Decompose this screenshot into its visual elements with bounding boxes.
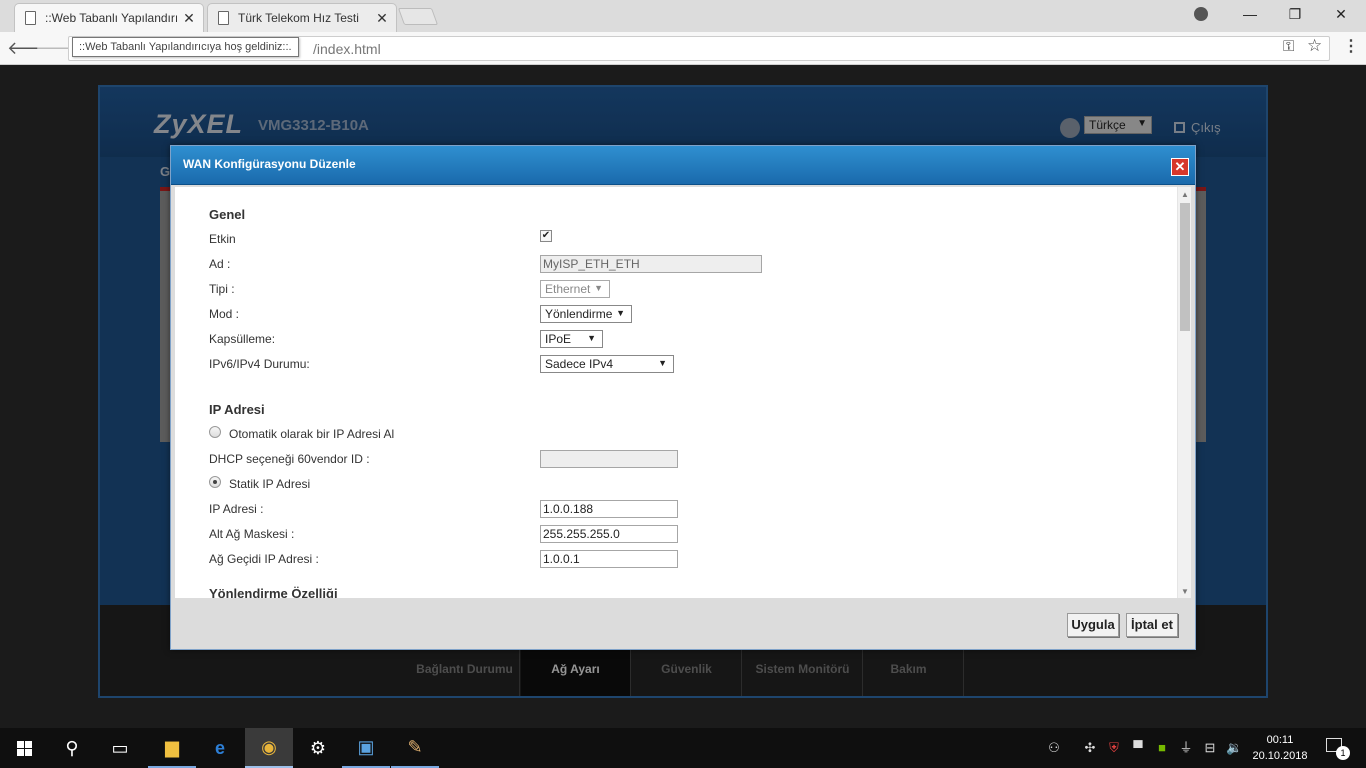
tray-app-icon[interactable]: ✣ [1082,740,1098,756]
gateway-label: Ağ Geçidi IP Adresi : [209,552,319,566]
file-explorer-icon[interactable]: ▆ [148,728,196,768]
type-label: Tipi : [209,282,235,296]
subnet-mask-label: Alt Ağ Maskesi : [209,527,295,541]
auto-ip-label: Otomatik olarak bir IP Adresi Al [229,427,395,441]
mode-select[interactable]: Yönlendirme ▼ [540,305,632,323]
wan-config-dialog: WAN Konfigürasyonu Düzenle ✕ Genel Etkin… [170,145,1196,650]
paint-icon[interactable]: ✎ [391,728,439,768]
page-icon [25,11,36,25]
encapsulation-select[interactable]: IPoE ▼ [540,330,603,348]
url-text: /index.html [313,41,381,57]
auto-ip-radio[interactable] [209,426,221,438]
dialog-body: Genel Etkin ✔ Ad : MyISP_ETH_ETH Tipi : … [175,187,1191,598]
page-icon [218,11,229,25]
dialog-scrollbar[interactable]: ▲ ▼ [1177,187,1191,598]
notification-badge: 1 [1336,746,1350,760]
new-tab-button[interactable] [397,8,439,25]
start-button[interactable] [0,728,48,768]
windows-taskbar: ⚲ ▭ ▆ e ◉ ⚙ ▣ ✎ ⚇ ✣ ⛨ ▀ ■ ⏚ ⊟ 🔉 00:11 20… [0,728,1366,768]
tab-close-icon[interactable]: ✕ [183,10,195,27]
dialog-header: WAN Konfigürasyonu Düzenle ✕ [171,146,1195,185]
task-view-icon[interactable]: ▭ [96,728,144,768]
chevron-down-icon: ▼ [616,308,625,318]
enabled-label: Etkin [209,232,236,246]
encapsulation-value: IPoE [545,332,572,346]
security-shield-icon[interactable]: ⛨ [1106,740,1122,756]
cancel-button[interactable]: İptal et [1126,613,1178,637]
ip-version-label: IPv6/IPv4 Durumu: [209,357,310,371]
restore-button[interactable]: ❐ [1272,0,1318,28]
minimize-button[interactable]: — [1227,0,1273,28]
tab-title: ::Web Tabanlı Yapılandırıcıya hoş geldin… [45,11,177,25]
bookmark-star-icon[interactable]: ☆ [1307,36,1322,56]
tab-tooltip: ::Web Tabanlı Yapılandırıcıya hoş geldin… [72,37,299,57]
mode-label: Mod : [209,307,240,321]
ip-version-value: Sadece IPv4 [545,357,614,371]
ip-version-select[interactable]: Sadece IPv4 ▼ [540,355,674,373]
network-app-icon[interactable]: ▣ [342,728,390,768]
chevron-down-icon: ▼ [587,333,596,343]
tab-speed-test[interactable]: Türk Telekom Hız Testi ✕ [207,3,397,32]
forward-button[interactable]: 🡒 [35,38,83,58]
window-close-button[interactable]: ✕ [1318,0,1364,28]
tab-strip: ::Web Tabanlı Yapılandırıcıya hoş geldin… [0,0,1366,32]
mode-value: Yönlendirme [545,307,613,321]
name-field[interactable]: MyISP_ETH_ETH [540,255,762,273]
tab-title: Türk Telekom Hız Testi [238,11,359,25]
subnet-mask-field[interactable]: 255.255.255.0 [540,525,678,543]
ip-address-label: IP Adresi : [209,502,264,516]
static-ip-radio[interactable] [209,476,221,488]
enabled-checkbox[interactable]: ✔ [540,230,552,242]
dhcp-vendor-field[interactable] [540,450,678,468]
static-ip-label: Statik IP Adresi [229,477,311,491]
volume-icon[interactable]: 🔉 [1226,740,1242,756]
back-button[interactable]: 🡐 [7,38,55,58]
encapsulation-label: Kapsülleme: [209,332,276,346]
key-icon[interactable]: ⚿ [1283,38,1294,55]
scroll-up-icon[interactable]: ▲ [1181,190,1189,199]
section-ip-title: IP Adresi [209,402,265,417]
chevron-down-icon: ▼ [594,283,603,293]
network-icon[interactable]: ⊟ [1202,740,1218,756]
dialog-close-icon[interactable]: ✕ [1171,158,1189,176]
taskbar-clock[interactable]: 00:11 20.10.2018 [1252,732,1308,764]
type-select[interactable]: Ethernet ▼ [540,280,610,298]
profile-icon[interactable] [1194,7,1208,21]
browser-menu-icon[interactable]: ⋮ [1343,36,1359,56]
scroll-down-icon[interactable]: ▼ [1181,587,1189,596]
dialog-footer: Uygula İptal et [171,598,1195,649]
power-icon[interactable]: ⏚ [1178,740,1194,756]
ip-address-field[interactable]: 1.0.0.188 [540,500,678,518]
tab-close-icon[interactable]: ✕ [376,10,388,27]
type-value: Ethernet [545,282,591,296]
search-icon[interactable]: ⚲ [48,728,96,768]
people-icon[interactable]: ⚇ [1046,740,1062,756]
scrollbar-thumb[interactable] [1180,203,1190,331]
apply-button[interactable]: Uygula [1067,613,1119,637]
clock-date: 20.10.2018 [1252,750,1308,762]
chrome-icon[interactable]: ◉ [245,728,293,768]
chevron-down-icon: ▼ [658,358,667,368]
name-label: Ad : [209,257,231,271]
dhcp-vendor-label: DHCP seçeneği 60vendor ID : [209,452,370,466]
section-routing-title: Yönlendirme Özelliği [209,586,338,598]
nvidia-icon[interactable]: ■ [1154,740,1170,756]
settings-gear-icon[interactable]: ⚙ [294,728,342,768]
tab-router-config[interactable]: ::Web Tabanlı Yapılandırıcıya hoş geldin… [14,3,204,32]
edge-icon[interactable]: e [196,728,244,768]
dialog-title: WAN Konfigürasyonu Düzenle [183,157,356,171]
display-icon[interactable]: ▀ [1130,740,1146,756]
section-general-title: Genel [209,207,246,222]
windows-logo-icon [16,740,32,756]
clock-time: 00:11 [1266,734,1294,746]
gateway-field[interactable]: 1.0.0.1 [540,550,678,568]
